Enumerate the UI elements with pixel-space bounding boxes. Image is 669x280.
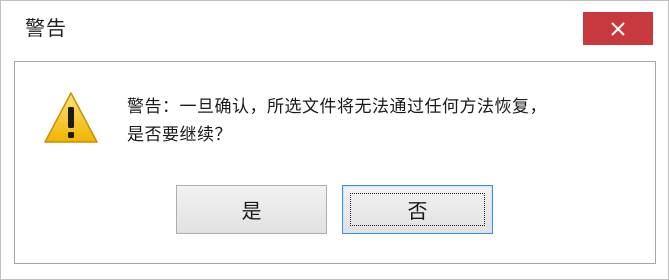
- dialog-body: 警告：一旦确认，所选文件将无法通过任何方法恢复， 是否要继续？ 是 否: [14, 61, 656, 264]
- yes-button[interactable]: 是: [176, 185, 327, 234]
- close-icon: [611, 21, 625, 36]
- window-title: 警告: [25, 16, 67, 40]
- no-button-label: 否: [407, 199, 428, 223]
- title-bar: 警告: [1, 1, 668, 53]
- warning-dialog-window: 警告 警告：一旦确认，所选文件将无法通过任何方法恢复， 是否要继续？ 是 否: [0, 0, 669, 280]
- no-button[interactable]: 否: [342, 185, 493, 234]
- warning-icon: [44, 92, 98, 143]
- close-button[interactable]: [583, 12, 653, 45]
- yes-button-label: 是: [241, 199, 262, 223]
- warning-message: 警告：一旦确认，所选文件将无法通过任何方法恢复， 是否要继续？: [127, 97, 547, 145]
